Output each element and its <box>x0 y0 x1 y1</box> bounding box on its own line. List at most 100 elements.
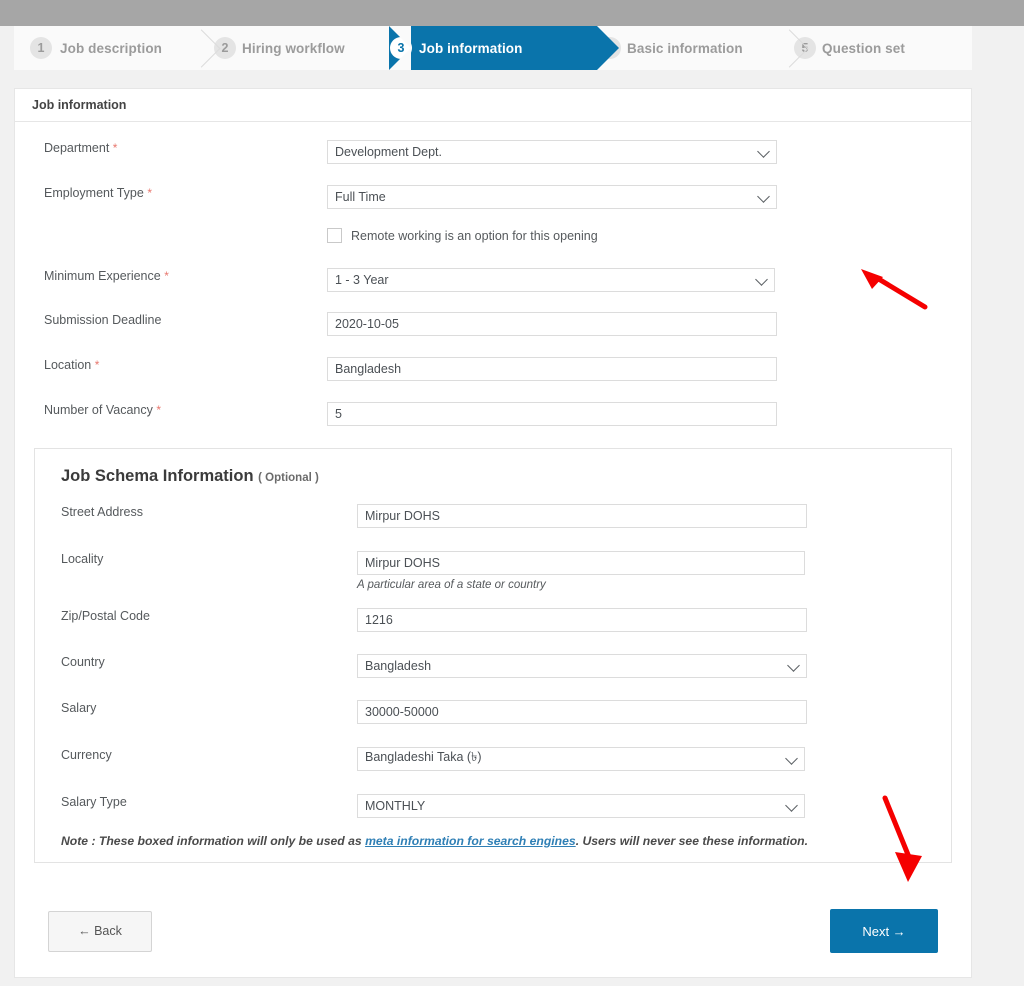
minimum-experience-value: 1 - 3 Year <box>335 273 389 287</box>
department-value: Development Dept. <box>335 145 443 159</box>
minimum-experience-select[interactable]: 1 - 3 Year <box>327 268 775 292</box>
label-street-address: Street Address <box>61 505 143 519</box>
field-row-salary: Salary 30000-50000 <box>35 700 951 724</box>
field-row-country: Country Bangladesh <box>35 654 951 678</box>
salary-type-select[interactable]: MONTHLY <box>357 794 805 818</box>
required-marker: * <box>147 186 152 200</box>
field-row-salary-type: Salary Type MONTHLY <box>35 794 951 818</box>
job-information-form: Department * Development Dept. Employmen… <box>15 122 971 863</box>
street-address-input[interactable]: Mirpur DOHS <box>357 504 807 528</box>
field-country: Bangladesh <box>357 654 951 678</box>
submission-deadline-input[interactable]: 2020-10-05 <box>327 312 777 336</box>
location-value: Bangladesh <box>335 362 402 376</box>
wizard-stepper: 1 Job description 2 Hiring workflow 3 Jo… <box>14 26 972 70</box>
label-department: Department * <box>44 141 118 155</box>
required-marker: * <box>164 269 169 283</box>
schema-title-text: Job Schema Information <box>61 467 254 485</box>
locality-value: Mirpur DOHS <box>365 556 441 570</box>
chevron-down-icon <box>785 799 798 812</box>
employment-type-value: Full Time <box>335 190 386 204</box>
salary-input[interactable]: 30000-50000 <box>357 700 807 724</box>
zip-postal-code-input[interactable]: 1216 <box>357 608 807 632</box>
label-country: Country <box>61 655 105 669</box>
step-label-4: Basic information <box>627 40 743 56</box>
meta-information-link[interactable]: meta information for search engines <box>365 834 576 848</box>
field-row-department: Department * Development Dept. <box>15 140 971 164</box>
field-row-number-of-vacancy: Number of Vacancy * 5 <box>15 402 971 426</box>
wizard-footer: ← Back Next → <box>15 909 971 953</box>
submission-deadline-value: 2020-10-05 <box>335 317 399 331</box>
location-input[interactable]: Bangladesh <box>327 357 777 381</box>
label-salary: Salary <box>61 701 97 715</box>
field-submission-deadline: 2020-10-05 <box>327 312 971 336</box>
number-of-vacancy-input[interactable]: 5 <box>327 402 777 426</box>
schema-optional-tag: ( Optional ) <box>258 472 319 484</box>
back-button[interactable]: ← Back <box>48 910 152 952</box>
number-of-vacancy-value: 5 <box>335 407 342 421</box>
label-locality: Locality <box>61 552 104 566</box>
field-row-employment-type: Employment Type * Full Time <box>15 185 971 209</box>
field-currency: Bangladeshi Taka (৳) <box>357 747 951 771</box>
step-active-arrow-icon <box>597 26 619 70</box>
schema-note: Note : These boxed information will only… <box>35 824 951 848</box>
field-zip-postal-code: 1216 <box>357 608 951 632</box>
label-number-of-vacancy: Number of Vacancy * <box>44 403 162 417</box>
field-locality: Mirpur DOHS A particular area of a state… <box>357 551 951 591</box>
label-location: Location * <box>44 358 100 372</box>
schema-note-prefix: Note : These boxed information will only… <box>61 834 366 848</box>
field-row-locality: Locality Mirpur DOHS A particular area o… <box>35 551 951 591</box>
label-employment-type: Employment Type * <box>44 186 152 200</box>
card-title: Job information <box>15 89 971 122</box>
employment-type-select[interactable]: Full Time <box>327 185 777 209</box>
currency-value: Bangladeshi Taka (৳) <box>365 750 482 764</box>
remote-working-label: Remote working is an option for this ope… <box>351 228 598 243</box>
label-currency: Currency <box>61 748 112 762</box>
chevron-down-icon <box>785 752 798 765</box>
field-row-zip-postal-code: Zip/Postal Code 1216 <box>35 608 951 632</box>
browser-chrome-bar <box>0 0 1024 26</box>
country-select[interactable]: Bangladesh <box>357 654 807 678</box>
remote-working-checkbox[interactable] <box>327 228 342 243</box>
locality-input[interactable]: Mirpur DOHS <box>357 551 805 575</box>
chevron-down-icon <box>755 273 768 286</box>
chevron-down-icon <box>757 190 770 203</box>
stepper-step-hiring-workflow[interactable]: 2 Hiring workflow <box>204 26 389 70</box>
stepper-step-job-information[interactable]: 3 Job information <box>389 26 619 70</box>
field-location: Bangladesh <box>327 357 971 381</box>
job-information-card: Job information Department * Development… <box>14 88 972 978</box>
salary-type-value: MONTHLY <box>365 799 426 813</box>
field-minimum-experience: 1 - 3 Year <box>327 268 971 292</box>
required-marker: * <box>94 358 100 372</box>
step-label-2: Hiring workflow <box>242 40 345 56</box>
field-number-of-vacancy: 5 <box>327 402 971 426</box>
chevron-down-icon <box>757 145 770 158</box>
field-street-address: Mirpur DOHS <box>357 504 951 528</box>
step-number-1: 1 <box>30 37 52 59</box>
step-active-tail-icon <box>389 26 411 70</box>
stepper-step-job-description[interactable]: 1 Job description <box>14 26 221 70</box>
department-select[interactable]: Development Dept. <box>327 140 777 164</box>
chevron-down-icon <box>787 659 800 672</box>
field-row-street-address: Street Address Mirpur DOHS <box>35 504 951 528</box>
required-marker: * <box>156 403 162 417</box>
salary-value: 30000-50000 <box>365 705 439 719</box>
label-remote-spacer <box>15 228 327 244</box>
label-minimum-experience: Minimum Experience * <box>44 269 169 283</box>
label-salary-type: Salary Type <box>61 795 127 809</box>
stepper-step-question-set[interactable]: 5 Question set <box>792 26 972 70</box>
field-salary-type: MONTHLY <box>357 794 951 818</box>
job-schema-information-box: Job Schema Information ( Optional ) Stre… <box>34 448 952 863</box>
field-row-location: Location * Bangladesh <box>15 357 971 381</box>
currency-select[interactable]: Bangladeshi Taka (৳) <box>357 747 805 771</box>
locality-help-text: A particular area of a state or country <box>357 579 546 591</box>
field-row-minimum-experience: Minimum Experience * 1 - 3 Year <box>15 268 971 292</box>
field-salary: 30000-50000 <box>357 700 951 724</box>
field-employment-type: Full Time <box>327 185 971 209</box>
country-value: Bangladesh <box>365 659 432 673</box>
field-remote-working[interactable]: Remote working is an option for this ope… <box>327 228 971 243</box>
next-button[interactable]: Next → <box>830 909 938 953</box>
schema-note-suffix: . Users will never see these information… <box>575 834 809 848</box>
field-department: Development Dept. <box>327 140 971 164</box>
stepper-step-basic-information[interactable]: 4 Basic information <box>597 26 809 70</box>
zip-postal-code-value: 1216 <box>365 613 393 627</box>
